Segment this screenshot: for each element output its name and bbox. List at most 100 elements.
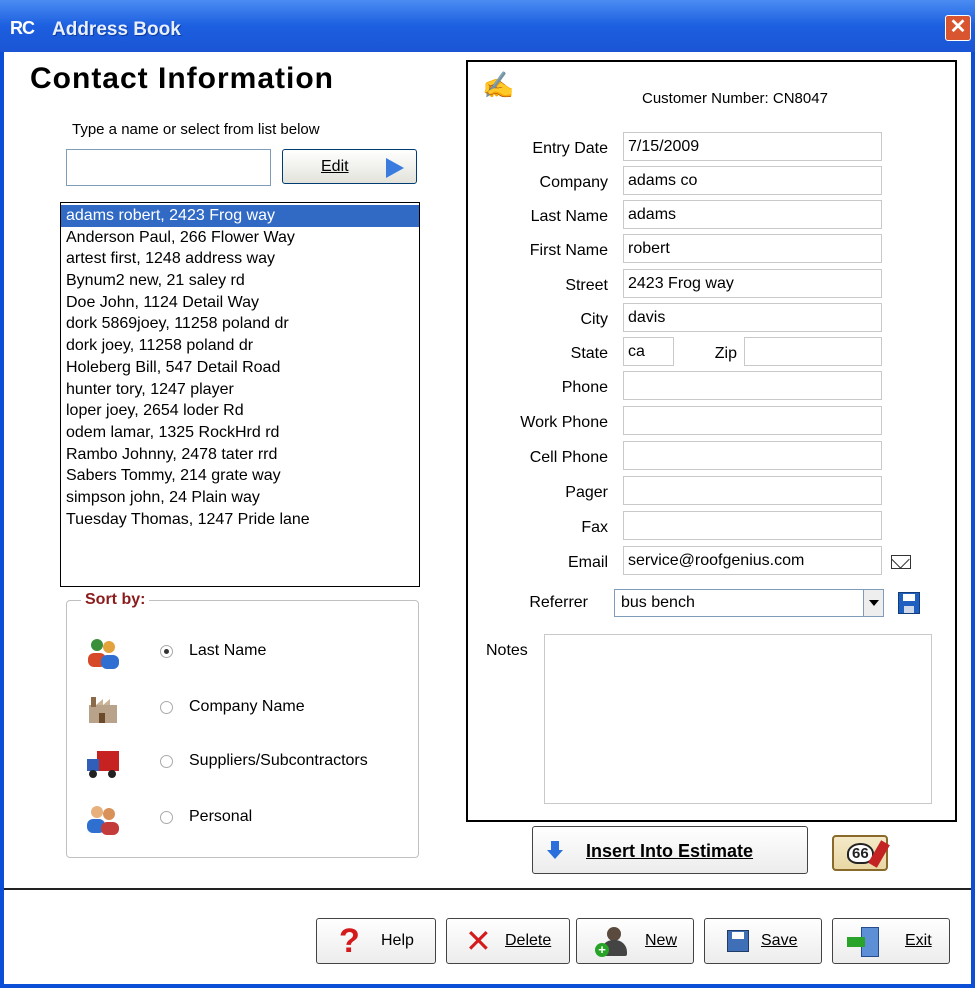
work-phone-label: Work Phone [520,414,608,431]
sort-by-group: Sort by: Last Name Company Name Supplier… [66,591,419,858]
contact-list-item[interactable]: Bynum2 new, 21 saley rd [61,270,419,292]
contact-list-item[interactable]: dork 5869joey, 11258 poland dr [61,313,419,335]
work-phone-field[interactable] [623,406,882,435]
close-button[interactable]: ✕ [945,15,971,41]
contact-list-item[interactable]: artest first, 1248 address way [61,248,419,270]
page-title: Contact Information [30,62,334,95]
sort-option-suppliers[interactable]: Suppliers/Subcontractors [85,743,415,783]
insert-into-estimate-button[interactable]: Insert Into Estimate [532,826,808,874]
chevron-down-icon[interactable] [863,590,883,616]
city-field[interactable]: davis [623,303,882,332]
fax-field[interactable] [623,511,882,540]
title-bar[interactable]: RC Address Book ✕ [0,0,975,52]
notes-label: Notes [486,642,528,659]
entry-date-label: Entry Date [532,140,608,157]
new-button[interactable]: + New [576,918,694,964]
edit-contact-icon[interactable]: ✍ [482,70,514,101]
insert-button-label: Insert Into Estimate [586,841,754,861]
email-field[interactable]: service@roofgenius.com [623,546,882,575]
exit-label: Exit [905,932,932,949]
phone-label: Phone [561,379,608,396]
contact-list-item[interactable]: Rambo Johnny, 2478 tater rrd [61,444,419,466]
entry-date-field[interactable]: 7/15/2009 [623,132,882,161]
help-label: Help [381,932,414,949]
street-label: Street [565,277,608,294]
window-title: Address Book [52,19,181,40]
referrer-label: Referrer [529,594,588,611]
contact-list-item[interactable]: Holeberg Bill, 547 Detail Road [61,357,419,379]
sort-label-company-name: Company Name [189,698,305,715]
save-referrer-icon[interactable] [898,592,920,614]
customer-number-label: Customer Number: [642,90,769,107]
footer-divider [4,888,971,890]
sort-label-last-name: Last Name [189,642,267,659]
cell-phone-label: Cell Phone [529,449,608,466]
question-mark-icon: ? [339,922,360,960]
referrer-select[interactable]: bus bench [614,589,884,617]
pager-label: Pager [565,484,608,501]
referrer-value: bus bench [621,594,695,611]
truck-icon [87,751,119,778]
delete-button[interactable]: ✕ Delete [446,918,570,964]
sort-option-company-name[interactable]: Company Name [85,689,415,729]
contacts-group-icon [88,639,119,669]
edit-button-label: Edit [321,158,349,175]
street-field[interactable]: 2423 Frog way [623,269,882,298]
zip-label: Zip [714,345,737,362]
first-name-field[interactable]: robert [623,234,882,263]
address-book-window: RC Address Book ✕ Contact Information Ty… [0,0,975,988]
radio-personal[interactable] [160,811,173,824]
contact-detail-panel: ✍ Customer Number: CN8047 Entry Date 7/1… [466,60,957,822]
save-label: Save [761,932,798,949]
email-label: Email [567,554,608,571]
contact-list-item[interactable]: dork joey, 11258 poland dr [61,335,419,357]
envelope-icon[interactable] [891,555,911,569]
delete-label: Delete [505,932,552,949]
last-name-label: Last Name [530,208,608,225]
city-label: City [580,311,608,328]
radio-suppliers[interactable] [160,755,173,768]
contact-list[interactable]: adams robert, 2423 Frog way Anderson Paul… [60,202,420,587]
sort-label-personal: Personal [189,808,253,825]
contact-list-item[interactable]: odem lamar, 1325 RockHrd rd [61,422,419,444]
contact-list-item[interactable]: Anderson Paul, 266 Flower Way [61,227,419,249]
save-button[interactable]: Save [704,918,822,964]
search-input[interactable] [66,149,271,186]
zip-field[interactable] [744,337,882,366]
app-logo-icon: RC [10,18,35,38]
people-icon [87,806,119,835]
help-button[interactable]: ? Help [316,918,436,964]
phone-field[interactable] [623,371,882,400]
delete-x-icon: ✕ [465,923,492,959]
contact-list-item[interactable]: simpson john, 24 Plain way [61,487,419,509]
contact-list-item[interactable]: loper joey, 2654 loder Rd [61,400,419,422]
fax-label: Fax [581,519,608,536]
add-person-icon: + [595,927,631,957]
company-field[interactable]: adams co [623,166,882,195]
contact-list-item[interactable]: Doe John, 1124 Detail Way [61,292,419,314]
customer-number: Customer Number: CN8047 [642,90,828,107]
route-66-button[interactable]: 66 [832,835,888,871]
company-label: Company [539,174,608,191]
edit-button[interactable]: Edit [282,149,417,184]
sort-option-personal[interactable]: Personal [85,799,415,839]
last-name-field[interactable]: adams [623,200,882,229]
state-label: State [570,345,608,362]
radio-company-name[interactable] [160,701,173,714]
exit-door-icon [847,927,883,957]
contact-list-item[interactable]: Sabers Tommy, 214 grate way [61,465,419,487]
sort-option-last-name[interactable]: Last Name [85,633,415,673]
radio-last-name[interactable] [160,645,173,658]
contact-list-item[interactable]: hunter tory, 1247 player [61,379,419,401]
sort-label-suppliers: Suppliers/Subcontractors [189,752,368,769]
arrow-right-icon [386,158,404,178]
route-66-icon: 66 [847,843,874,864]
client-area: Contact Information Type a name or selec… [4,52,971,984]
notes-field[interactable] [544,634,932,804]
cell-phone-field[interactable] [623,441,882,470]
pager-field[interactable] [623,476,882,505]
floppy-disk-icon [727,930,749,952]
contact-list-item[interactable]: Tuesday Thomas, 1247 Pride lane [61,509,419,531]
contact-list-item[interactable]: adams robert, 2423 Frog way [61,205,419,227]
exit-button[interactable]: Exit [832,918,950,964]
